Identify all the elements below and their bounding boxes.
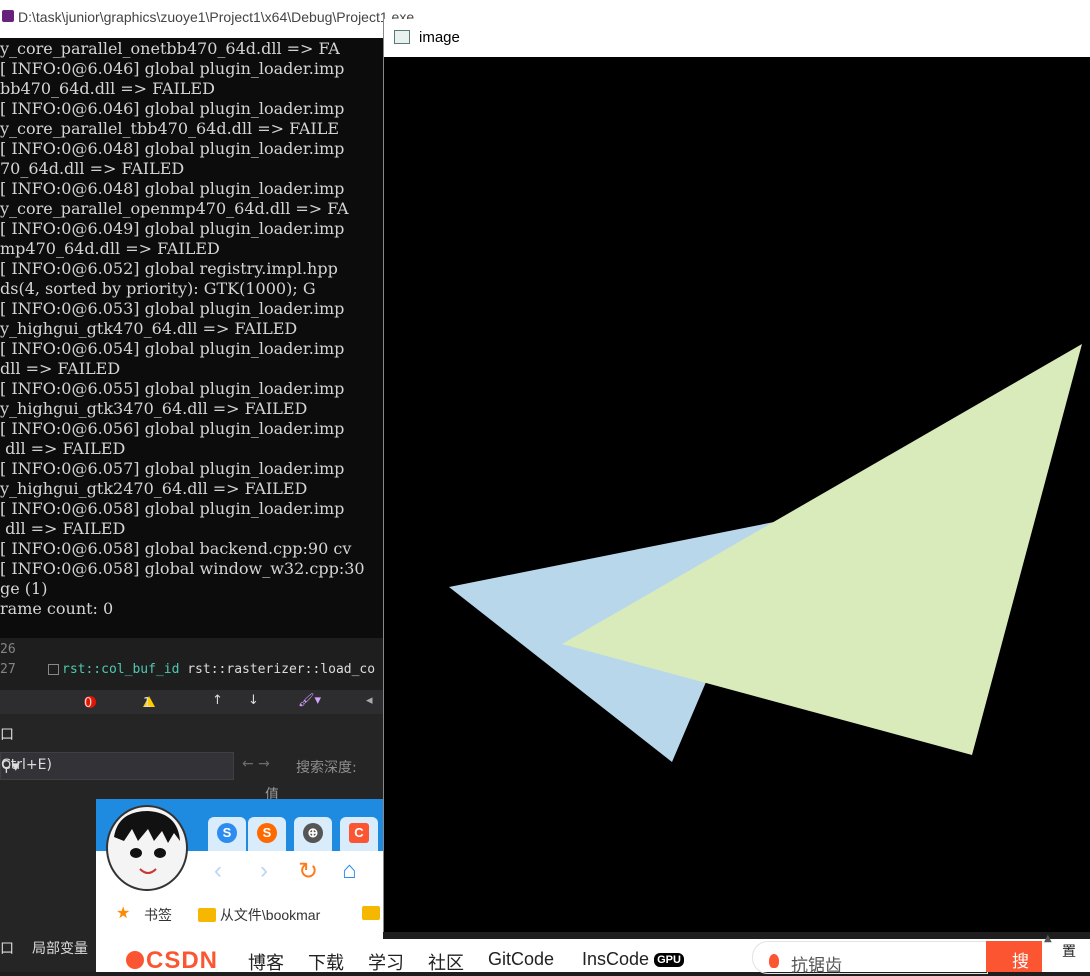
- console-line: dll => FAILED: [0, 359, 121, 378]
- csdn-tab-icon: C: [349, 823, 369, 843]
- star-icon: ★: [116, 905, 131, 922]
- search-icon[interactable]: ⚲▾: [1, 757, 20, 775]
- back-icon[interactable]: ‹: [214, 857, 222, 885]
- browser-tab[interactable]: ⊕: [294, 817, 332, 851]
- refresh-icon[interactable]: ↻: [298, 857, 318, 886]
- nav-arrows-icon[interactable]: ← →: [242, 756, 270, 772]
- browser-tab[interactable]: S: [248, 817, 286, 851]
- console-line: bb470_64d.dll => FAILED: [0, 79, 215, 98]
- search-input[interactable]: Ctrl+E) ⚲▾: [0, 752, 234, 780]
- nav-inscode[interactable]: InsCode GPU: [582, 949, 684, 970]
- csdn-logo-icon: [126, 951, 144, 969]
- fire-icon: [769, 954, 779, 968]
- fold-toggle-icon[interactable]: [48, 664, 59, 675]
- right-edge-text: 置: [1062, 944, 1076, 960]
- nav-learn[interactable]: 学习: [368, 949, 404, 975]
- nav-inscode-label: InsCode: [582, 949, 650, 969]
- console-line: mp470_64d.dll => FAILED: [0, 239, 220, 258]
- console-line: [ INFO:0@6.046] global plugin_loader.imp: [0, 59, 345, 78]
- browser-tab[interactable]: S: [208, 817, 246, 851]
- console-line: y_highgui_gtk2470_64.dll => FAILED: [0, 479, 308, 498]
- console-line: rame count: 0: [0, 599, 114, 618]
- csdn-search-text: 抗锯齿: [791, 956, 842, 975]
- line-number: 27: [0, 662, 16, 677]
- search-depth-label: 搜索深度:: [296, 760, 357, 776]
- console-line: y_core_parallel_onetbb470_64d.dll => FA: [0, 39, 340, 58]
- folder-icon: [198, 908, 216, 922]
- globe-icon: ⊕: [303, 823, 323, 843]
- console-line: [ INFO:0@6.058] global plugin_loader.imp: [0, 499, 345, 518]
- console-line: dll => FAILED: [0, 519, 126, 538]
- console-line: y_highgui_gtk3470_64.dll => FAILED: [0, 399, 308, 418]
- prev-button[interactable]: ↑: [212, 693, 223, 708]
- home-icon[interactable]: ⌂: [342, 857, 357, 885]
- line-number: 26: [0, 642, 16, 657]
- browser-window: S S ⊕ C ‹ › ↻ ⌂ ★ 书签 从文件\bookmar: [96, 799, 383, 939]
- image-window: image: [383, 19, 1090, 932]
- csdn-search-button[interactable]: 搜: [986, 941, 1042, 972]
- csdn-search-input[interactable]: 抗锯齿: [752, 941, 988, 975]
- image-window-title-bar[interactable]: image: [384, 19, 1090, 57]
- console-line: dll => FAILED: [0, 439, 126, 458]
- tab-watch[interactable]: 口: [0, 938, 14, 958]
- sogou-icon: S: [217, 823, 237, 843]
- brush-icon[interactable]: 🖌▾: [298, 693, 321, 708]
- code-rest: rst::rasterizer::load_co: [179, 662, 376, 677]
- warning-count: 1: [143, 696, 152, 711]
- console-line: [ INFO:0@6.052] global registry.impl.hpp: [0, 259, 338, 278]
- forward-icon[interactable]: ›: [260, 857, 268, 885]
- console-line: 70_64d.dll => FAILED: [0, 159, 185, 178]
- console-line: y_highgui_gtk470_64.dll => FAILED: [0, 319, 298, 338]
- console-line: ge (1): [0, 579, 48, 598]
- console-line: [ INFO:0@6.046] global plugin_loader.imp: [0, 99, 345, 118]
- tab-locals[interactable]: 局部变量: [32, 938, 88, 958]
- console-output: y_core_parallel_onetbb470_64d.dll => FA[…: [0, 38, 383, 638]
- browser-tab[interactable]: C: [340, 817, 378, 851]
- error-list-toolbar: 0 1 ↑ ↓ 🖌▾ ◂: [0, 690, 383, 714]
- folder-icon[interactable]: [362, 905, 380, 921]
- console-line: [ INFO:0@6.057] global plugin_loader.imp: [0, 459, 345, 478]
- console-line: [ INFO:0@6.054] global plugin_loader.imp: [0, 339, 345, 358]
- console-line: [ INFO:0@6.053] global plugin_loader.imp: [0, 299, 345, 318]
- console-line: [ INFO:0@6.049] global plugin_loader.imp: [0, 219, 345, 238]
- bookmarks-button[interactable]: 书签: [144, 905, 172, 925]
- console-line: [ INFO:0@6.048] global plugin_loader.imp: [0, 179, 345, 198]
- avatar[interactable]: [106, 805, 188, 891]
- console-line: [ INFO:0@6.058] global backend.cpp:90 cv: [0, 539, 352, 558]
- nav-blog[interactable]: 博客: [248, 949, 284, 975]
- panel-title: 口: [0, 727, 14, 743]
- csdn-search-label: 搜: [1012, 952, 1029, 971]
- gpu-badge: GPU: [654, 953, 684, 967]
- bookmark-folder-label: 从文件\bookmar: [219, 907, 321, 923]
- scroll-left-icon[interactable]: ◂: [366, 693, 373, 708]
- csdn-nav-bar: CSDN 博客 下载 学习 社区 GitCode InsCode GPU 抗锯齿…: [96, 939, 1090, 975]
- console-line: [ INFO:0@6.056] global plugin_loader.imp: [0, 419, 345, 438]
- next-button[interactable]: ↓: [248, 693, 259, 708]
- nav-community[interactable]: 社区: [428, 949, 464, 975]
- image-window-title: image: [419, 29, 460, 46]
- code-line: rst::col_buf_id rst::rasterizer::load_co: [62, 662, 375, 677]
- vs-debug-icon: [2, 10, 14, 22]
- nav-download[interactable]: 下载: [308, 949, 344, 975]
- code-editor[interactable]: 26 27 rst::col_buf_id rst::rasterizer::l…: [0, 638, 383, 690]
- console-line: [ INFO:0@6.055] global plugin_loader.imp: [0, 379, 345, 398]
- console-line: y_core_parallel_tbb470_64d.dll => FAILE: [0, 119, 340, 138]
- scroll-up-icon[interactable]: ▲: [1044, 933, 1052, 944]
- error-count: 0: [84, 696, 93, 711]
- console-line: ds(4, sorted by priority): GTK(1000); G: [0, 279, 316, 298]
- csdn-logo[interactable]: CSDN: [146, 947, 218, 975]
- bookmark-bar: ★ 书签 从文件\bookmar: [96, 895, 383, 931]
- bookmark-folder[interactable]: 从文件\bookmar: [198, 905, 320, 925]
- window-icon: [394, 30, 410, 44]
- console-window-title: D:\task\junior\graphics\zuoye1\Project1\…: [18, 9, 415, 25]
- console-line: [ INFO:0@6.048] global plugin_loader.imp: [0, 139, 345, 158]
- sogou-search-icon: S: [257, 823, 277, 843]
- nav-gitcode[interactable]: GitCode: [488, 949, 554, 970]
- render-canvas: [384, 57, 1090, 932]
- code-type: rst::col_buf_id: [62, 662, 180, 677]
- right-edge-strip: 置: [1056, 939, 1090, 972]
- console-line: [ INFO:0@6.058] global window_w32.cpp:30: [0, 559, 365, 578]
- console-line: y_core_parallel_openmp470_64d.dll => FA: [0, 199, 349, 218]
